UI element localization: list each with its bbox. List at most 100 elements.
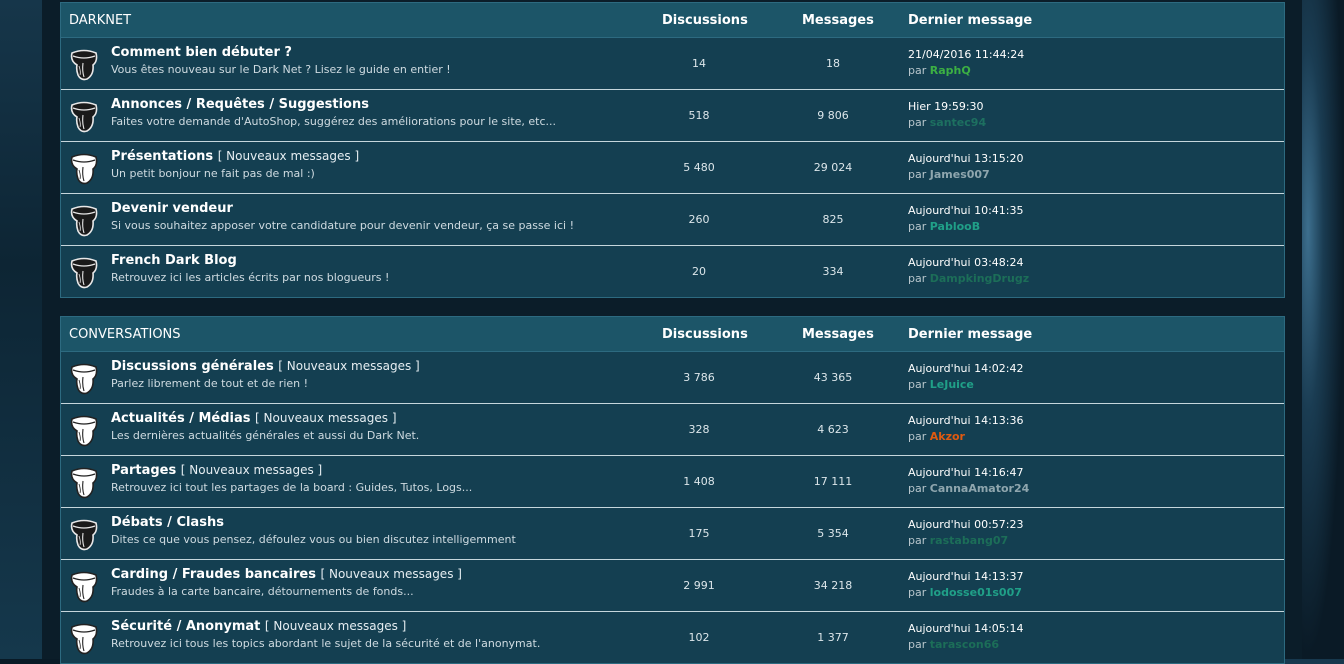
discussion-count: 2 991 bbox=[683, 579, 715, 592]
message-count: 43 365 bbox=[813, 371, 853, 384]
col-discussions: Discussions bbox=[662, 13, 748, 28]
last-post-date[interactable]: Aujourd'hui 14:02:42 bbox=[908, 362, 1024, 375]
discussion-count: 5 480 bbox=[683, 161, 715, 174]
last-post-user-link[interactable]: lodosse01s007 bbox=[930, 586, 1022, 599]
col-discussions: Discussions bbox=[662, 327, 748, 342]
last-post-user-link[interactable]: tarascon66 bbox=[930, 638, 999, 651]
forum-title-line: Discussions générales [ Nouveaux message… bbox=[111, 359, 420, 374]
forum-row: Comment bien débuter ? Vous êtes nouveau … bbox=[61, 38, 1284, 90]
last-post-author-line: par PablooB bbox=[908, 220, 980, 233]
forum-row: Discussions générales [ Nouveaux message… bbox=[61, 352, 1284, 404]
category-title[interactable]: DARKNET bbox=[69, 13, 131, 28]
forum-title-link[interactable]: Carding / Fraudes bancaires bbox=[111, 567, 316, 582]
message-count: 34 218 bbox=[813, 579, 853, 592]
forum-title-link[interactable]: Partages bbox=[111, 463, 176, 478]
by-label: par bbox=[908, 64, 927, 77]
discussion-count: 518 bbox=[688, 109, 710, 122]
discussion-count: 1 408 bbox=[683, 475, 715, 488]
last-post-date[interactable]: Aujourd'hui 00:57:23 bbox=[908, 518, 1024, 531]
forum-description: Retrouvez ici tous les topics abordant l… bbox=[111, 637, 541, 650]
col-last-message: Dernier message bbox=[908, 13, 1033, 28]
new-messages-link[interactable]: [ Nouveaux messages ] bbox=[278, 359, 419, 373]
last-post-user-link[interactable]: Akzor bbox=[930, 430, 965, 443]
new-messages-link[interactable]: [ Nouveaux messages ] bbox=[265, 619, 406, 633]
last-post-user-link[interactable]: CannaAmator24 bbox=[930, 482, 1030, 495]
last-post-user-link[interactable]: rastabang07 bbox=[930, 534, 1008, 547]
last-post-date[interactable]: Aujourd'hui 10:41:35 bbox=[908, 204, 1024, 217]
message-count: 334 bbox=[822, 265, 844, 278]
background-left bbox=[0, 0, 42, 659]
forum-row: French Dark Blog Retrouvez ici les articl… bbox=[61, 246, 1284, 297]
forum-title-link[interactable]: Discussions générales bbox=[111, 359, 274, 374]
forum-unread-icon bbox=[69, 569, 99, 603]
forum-title-link[interactable]: Actualités / Médias bbox=[111, 411, 251, 426]
last-post-date[interactable]: Aujourd'hui 14:13:37 bbox=[908, 570, 1024, 583]
forum-description: Si vous souhaitez apposer votre candidat… bbox=[111, 219, 574, 232]
new-messages-link[interactable]: [ Nouveaux messages ] bbox=[181, 463, 322, 477]
forum-description: Faites votre demande d'AutoShop, suggére… bbox=[111, 115, 557, 128]
last-post-author-line: par LeJuice bbox=[908, 378, 974, 391]
last-post-user-link[interactable]: PablooB bbox=[930, 220, 980, 233]
discussion-count: 14 bbox=[692, 57, 706, 70]
forum-description: Parlez librement de tout et de rien ! bbox=[111, 377, 309, 390]
forum-title-link[interactable]: French Dark Blog bbox=[111, 253, 237, 268]
forum-read-icon bbox=[69, 255, 99, 289]
forum-read-icon bbox=[69, 99, 99, 133]
message-count: 9 806 bbox=[817, 109, 849, 122]
last-post-author-line: par James007 bbox=[908, 168, 990, 181]
forum-title-link[interactable]: Présentations bbox=[111, 149, 213, 164]
last-post-date[interactable]: Aujourd'hui 03:48:24 bbox=[908, 256, 1024, 269]
forum-unread-icon bbox=[69, 361, 99, 395]
forum-row: Sécurité / Anonymat [ Nouveaux messages … bbox=[61, 612, 1284, 663]
last-post-date[interactable]: Aujourd'hui 14:05:14 bbox=[908, 622, 1024, 635]
forum-title-line: Comment bien débuter ? bbox=[111, 45, 292, 60]
forum-row: Devenir vendeur Si vous souhaitez apposer… bbox=[61, 194, 1284, 246]
forum-title-link[interactable]: Débats / Clashs bbox=[111, 515, 224, 530]
col-messages: Messages bbox=[802, 327, 874, 342]
forum-title-line: Présentations [ Nouveaux messages ] bbox=[111, 149, 359, 164]
new-messages-link[interactable]: [ Nouveaux messages ] bbox=[255, 411, 396, 425]
category-title[interactable]: CONVERSATIONS bbox=[69, 327, 181, 342]
message-count: 5 354 bbox=[817, 527, 849, 540]
last-post-date[interactable]: 21/04/2016 11:44:24 bbox=[908, 48, 1024, 61]
last-post-user-link[interactable]: LeJuice bbox=[930, 378, 974, 391]
discussion-count: 20 bbox=[692, 265, 706, 278]
message-count: 825 bbox=[822, 213, 844, 226]
by-label: par bbox=[908, 482, 927, 495]
last-post-user-link[interactable]: RaphQ bbox=[930, 64, 971, 77]
new-messages-link[interactable]: [ Nouveaux messages ] bbox=[218, 149, 359, 163]
forum-title-line: Devenir vendeur bbox=[111, 201, 233, 216]
last-post-user-link[interactable]: santec94 bbox=[930, 116, 986, 129]
forum-row: Partages [ Nouveaux messages ] Retrouvez … bbox=[61, 456, 1284, 508]
forum-unread-icon bbox=[69, 465, 99, 499]
forum-read-icon bbox=[69, 517, 99, 551]
by-label: par bbox=[908, 220, 927, 233]
message-count: 18 bbox=[826, 57, 840, 70]
by-label: par bbox=[908, 168, 927, 181]
forum-title-link[interactable]: Devenir vendeur bbox=[111, 201, 233, 216]
forum-row: Carding / Fraudes bancaires [ Nouveaux m… bbox=[61, 560, 1284, 612]
forum-title-link[interactable]: Annonces / Requêtes / Suggestions bbox=[111, 97, 369, 112]
last-post-date[interactable]: Aujourd'hui 14:16:47 bbox=[908, 466, 1024, 479]
forum-description: Un petit bonjour ne fait pas de mal :) bbox=[111, 167, 315, 180]
forum-title-line: Annonces / Requêtes / Suggestions bbox=[111, 97, 369, 112]
new-messages-link[interactable]: [ Nouveaux messages ] bbox=[320, 567, 461, 581]
col-messages: Messages bbox=[802, 13, 874, 28]
discussion-count: 328 bbox=[688, 423, 710, 436]
category-darknet: DARKNET Discussions Messages Dernier mes… bbox=[60, 2, 1285, 298]
last-post-author-line: par RaphQ bbox=[908, 64, 971, 77]
last-post-date[interactable]: Hier 19:59:30 bbox=[908, 100, 984, 113]
last-post-author-line: par lodosse01s007 bbox=[908, 586, 1022, 599]
forum-title-link[interactable]: Comment bien débuter ? bbox=[111, 45, 292, 60]
discussion-count: 260 bbox=[688, 213, 710, 226]
last-post-user-link[interactable]: DampkingDrugz bbox=[930, 272, 1029, 285]
last-post-date[interactable]: Aujourd'hui 14:13:36 bbox=[908, 414, 1024, 427]
forum-title-line: Partages [ Nouveaux messages ] bbox=[111, 463, 322, 478]
forum-read-icon bbox=[69, 203, 99, 237]
last-post-author-line: par rastabang07 bbox=[908, 534, 1008, 547]
last-post-author-line: par Akzor bbox=[908, 430, 965, 443]
last-post-date[interactable]: Aujourd'hui 13:15:20 bbox=[908, 152, 1024, 165]
forum-title-link[interactable]: Sécurité / Anonymat bbox=[111, 619, 260, 634]
last-post-user-link[interactable]: James007 bbox=[930, 168, 990, 181]
by-label: par bbox=[908, 378, 927, 391]
